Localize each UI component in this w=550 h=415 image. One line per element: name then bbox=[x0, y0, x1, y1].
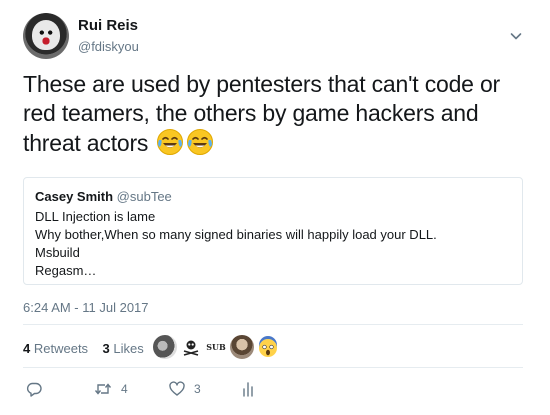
author-avatar[interactable] bbox=[23, 13, 69, 59]
quoted-line: Msbuild bbox=[35, 245, 80, 260]
author-name[interactable]: Rui Reis bbox=[78, 17, 138, 34]
engagement-stats: 4 Retweets 3 Likes bbox=[23, 341, 144, 356]
liker-avatar[interactable] bbox=[152, 334, 178, 360]
quoted-line: Why bother,When so many signed binaries … bbox=[35, 227, 437, 242]
retweet-button[interactable]: 4 bbox=[94, 378, 128, 400]
quoted-author-handle: @subTee bbox=[116, 189, 172, 204]
analytics-button[interactable] bbox=[241, 378, 255, 400]
retweets-label: Retweets bbox=[33, 341, 89, 356]
quoted-author-name: Casey Smith bbox=[35, 189, 114, 204]
liker-avatar[interactable] bbox=[229, 334, 255, 360]
reply-icon bbox=[26, 382, 42, 397]
retweets-count: 4 bbox=[23, 341, 31, 356]
tweet-timestamp[interactable]: 6:24 AM - 11 Jul 2017 bbox=[23, 300, 149, 315]
crying-laughing-emoji-icon bbox=[187, 129, 214, 155]
liker-avatar-sub[interactable]: SUB bbox=[203, 334, 229, 360]
quoted-line: Regasm… bbox=[35, 263, 97, 278]
author-handle[interactable]: @fdiskyou bbox=[78, 39, 139, 54]
like-button[interactable]: 3 bbox=[169, 378, 201, 400]
liker-avatar[interactable] bbox=[178, 334, 204, 360]
likes-stat[interactable]: 3 Likes bbox=[103, 341, 144, 356]
quoted-line: DLL Injection is lame bbox=[35, 209, 156, 224]
retweets-stat[interactable]: 4 Retweets bbox=[23, 341, 88, 356]
likes-label: Likes bbox=[113, 341, 144, 356]
divider bbox=[23, 324, 523, 325]
chevron-down-icon[interactable] bbox=[510, 30, 522, 42]
action-bar: 4 3 bbox=[23, 378, 523, 400]
retweet-count: 4 bbox=[121, 382, 128, 396]
reply-button[interactable] bbox=[26, 378, 42, 400]
retweet-icon bbox=[94, 383, 112, 395]
quoted-tweet-header: Casey Smith @subTee bbox=[35, 189, 172, 204]
liker-avatar[interactable] bbox=[255, 334, 281, 360]
heart-icon bbox=[169, 381, 185, 396]
divider bbox=[23, 367, 523, 368]
tweet-text: These are used by pentesters that can't … bbox=[23, 70, 533, 158]
crying-laughing-emoji-icon bbox=[157, 129, 184, 155]
skull-crossbones-icon bbox=[183, 340, 199, 356]
screaming-face-icon bbox=[259, 336, 277, 357]
like-count: 3 bbox=[194, 382, 201, 396]
tweet-body: These are used by pentesters that can't … bbox=[23, 71, 501, 156]
likes-count: 3 bbox=[102, 341, 110, 356]
analytics-icon bbox=[243, 382, 253, 397]
quoted-tweet[interactable]: Casey Smith @subTee DLL Injection is lam… bbox=[23, 177, 523, 285]
